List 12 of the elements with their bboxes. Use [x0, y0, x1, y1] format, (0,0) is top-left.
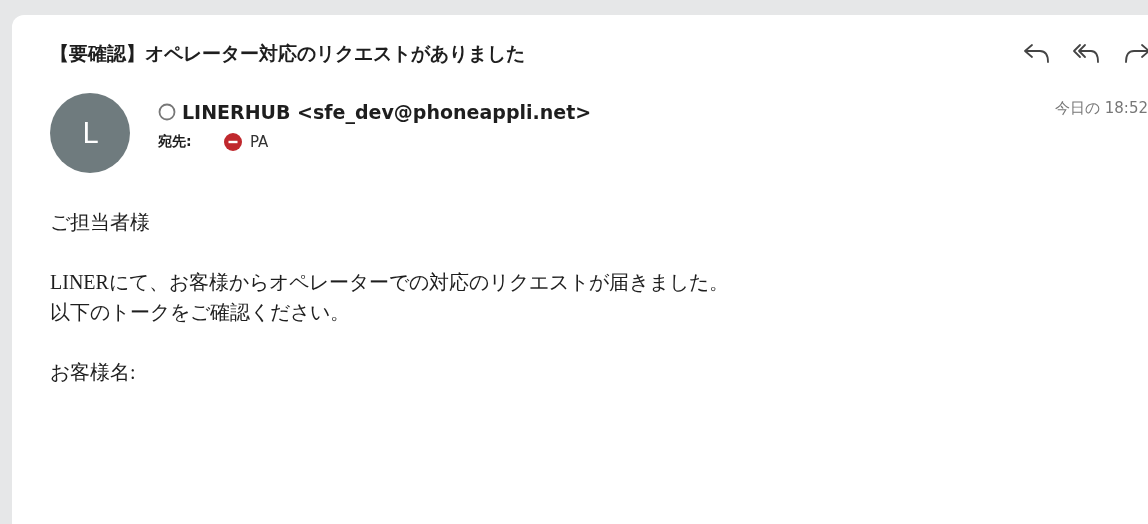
- body-text-line: ご担当者様: [50, 210, 151, 235]
- email-subject: 【要確認】オペレーター対応のリクエストがありました: [50, 41, 526, 66]
- body-text-line: LINERにて、お客様からオペレーターでの対応のリクエストが届きました。: [50, 270, 730, 295]
- body-text-line: お客様名:: [50, 360, 137, 385]
- sender-name[interactable]: LINERHUB <sfe_dev@phoneappli.net>: [182, 101, 592, 123]
- minus-circle-icon: [224, 133, 242, 151]
- recipient-name[interactable]: PA: [250, 133, 269, 151]
- avatar: L: [50, 93, 130, 173]
- body-text-line: 以下のトークをご確認ください。: [50, 300, 351, 325]
- recipient-label: 宛先:: [158, 133, 193, 151]
- received-time: 今日の 18:52: [1055, 98, 1148, 119]
- status-circle-icon: [158, 103, 176, 121]
